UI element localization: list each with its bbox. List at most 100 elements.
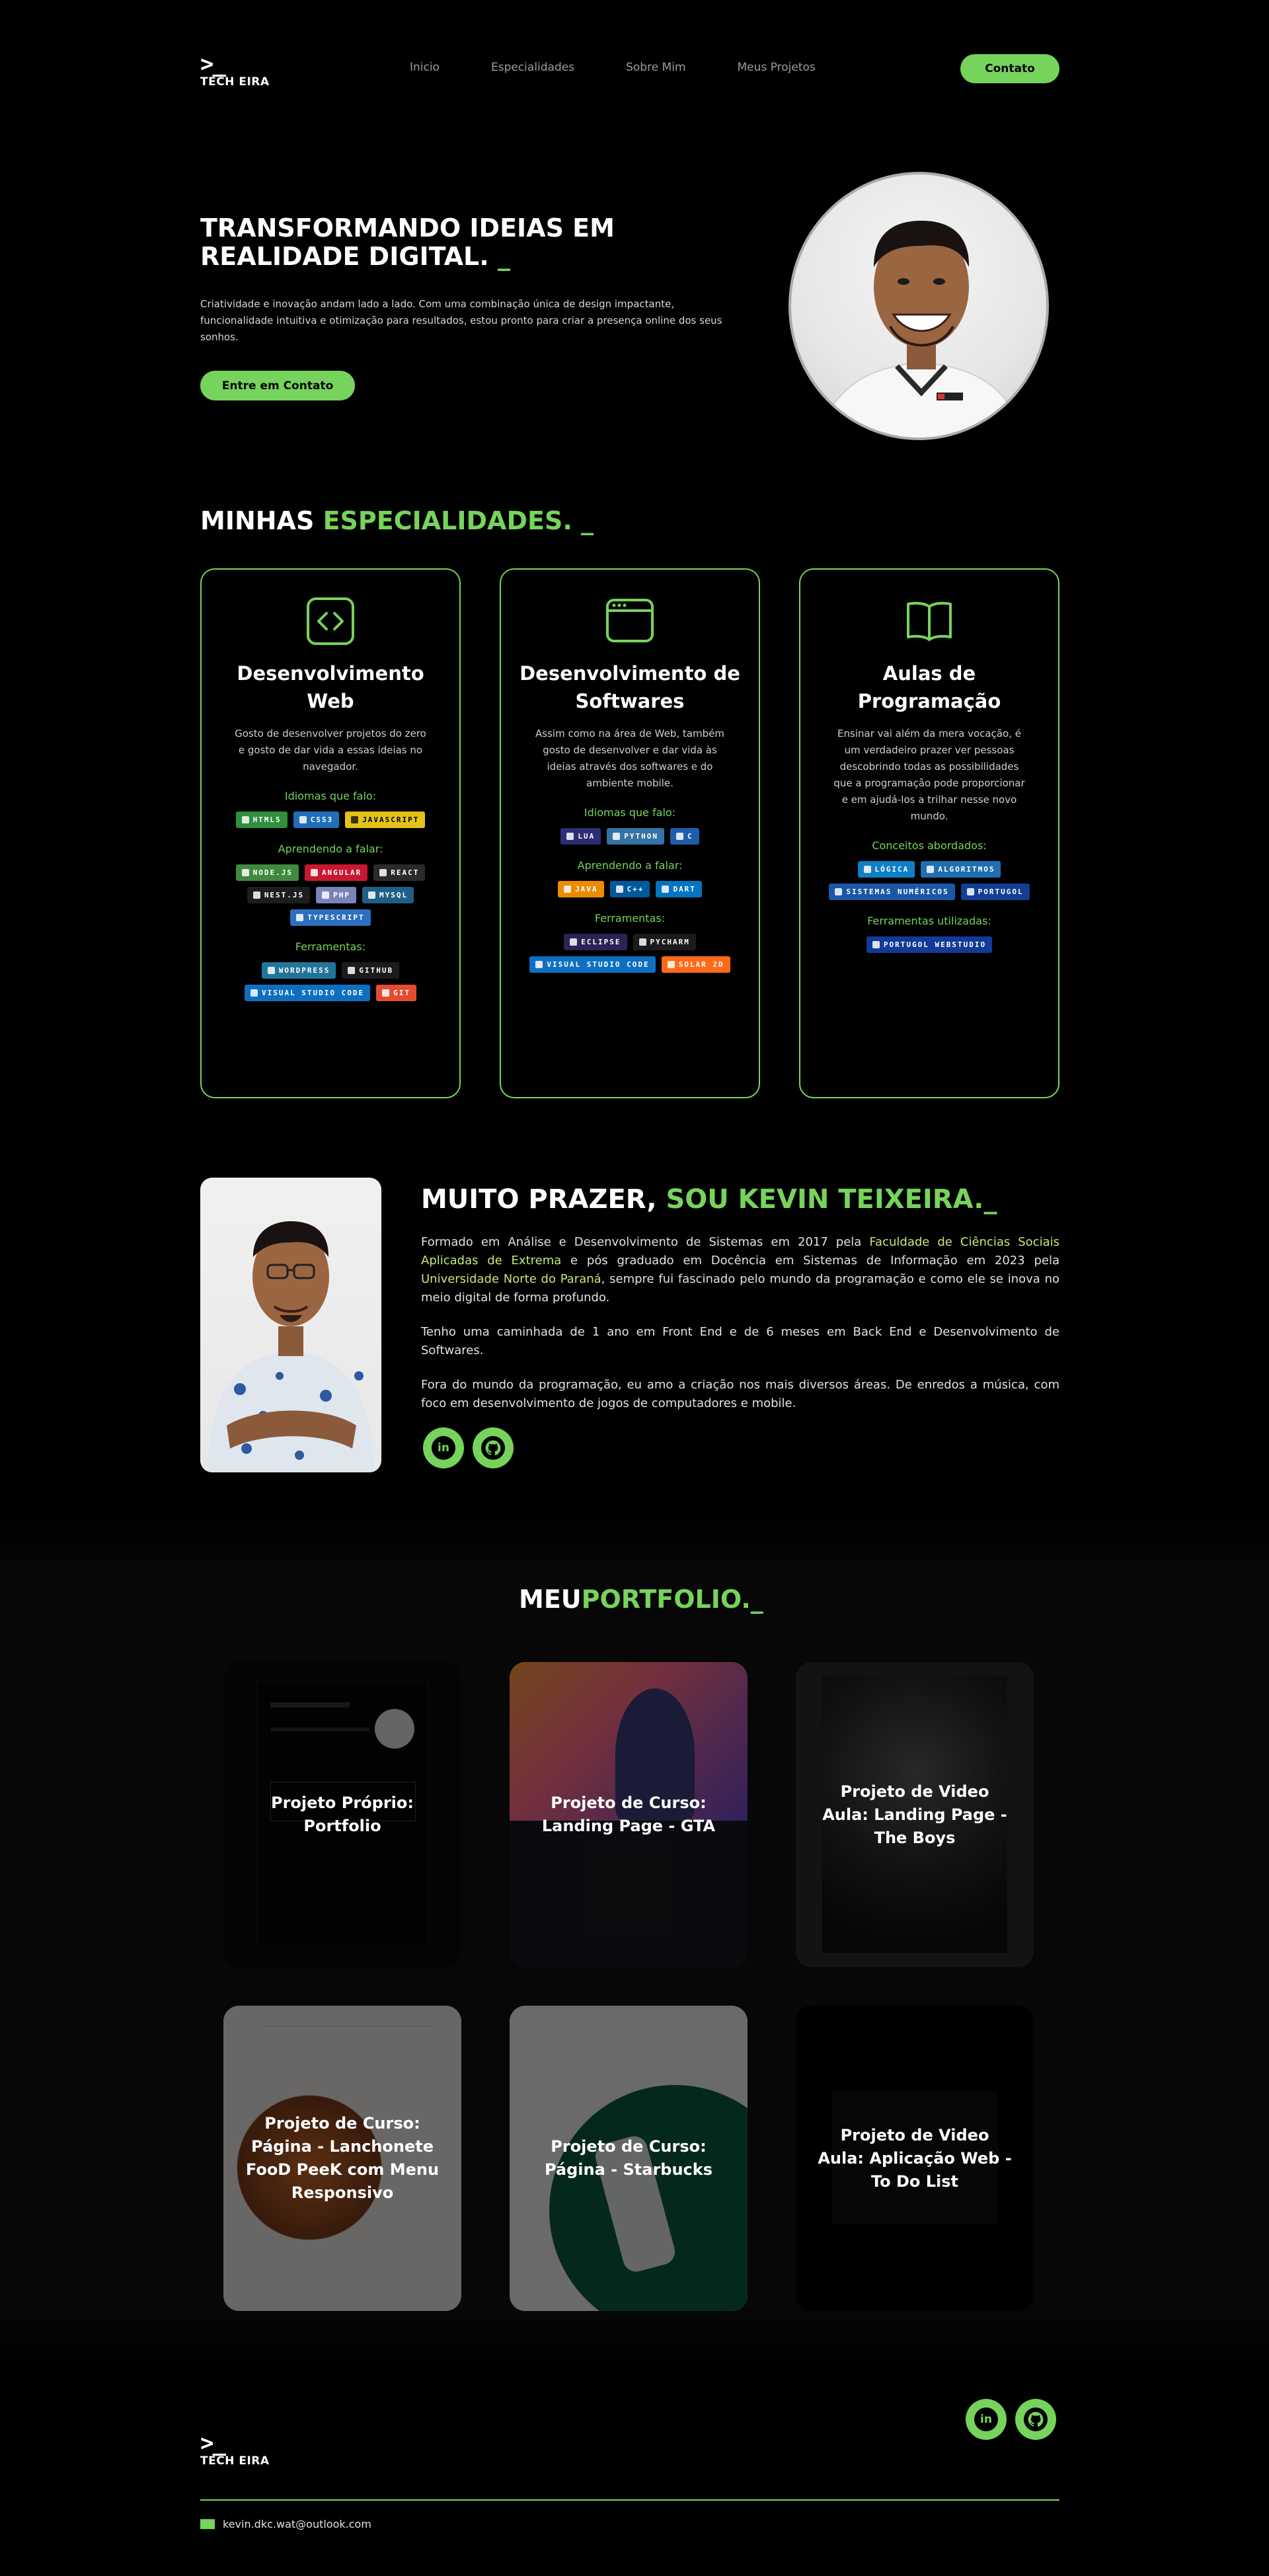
skill-badge-icon [267,967,275,974]
skill-badge-icon [322,891,330,899]
specialty-card: Desenvolvimento Web Gosto de desenvolver … [200,568,461,1098]
skill-badge-label: CSS3 [310,815,334,824]
nav-link-meus-projetos[interactable]: Meus Projetos [738,61,816,74]
skill-badge: PYCHARM [633,934,696,950]
project-card[interactable]: Projeto de Curso: Página - Lanchonete Fo… [223,2006,461,2311]
linkedin-button[interactable]: in [423,1427,464,1468]
project-card[interactable]: Projeto de Curso: Página - Starbucks [510,2006,748,2311]
skill-badge-label: GITHUB [359,966,394,975]
skill-badge-icon [368,891,376,899]
nav-links: Inicio Especialidades Sobre Mim Meus Pro… [410,61,867,74]
about-paragraph-3: Fora do mundo da programação, eu amo a c… [421,1378,1059,1410]
skill-badge-icon [638,938,646,946]
skill-badge: ECLIPSE [564,934,627,950]
skill-badge-icon [676,833,683,840]
footer-email-text: kevin.dkc.wat@outlook.com [223,2518,371,2530]
skill-badge: VISUAL STUDIO CODE [244,985,371,1001]
footer-logo-text: TECH EIRA [200,2454,270,2468]
project-card[interactable]: Projeto de Video Aula: Aplicação Web - T… [796,2006,1034,2311]
specialty-card-description: Ensinar vai além da mera vocação, é um v… [833,728,1025,822]
skill-badge: PORTUGOL [960,884,1030,900]
specialties-title-b: ESPECIALIDADES. _ [323,506,594,535]
skill-badge-icon [241,869,249,876]
skill-badges: ECLIPSE PYCHARM VISUAL STUDIO CODE SOLAR 2D [517,934,743,973]
specialty-card: Desenvolvimento de Softwares Assim como n… [500,568,760,1098]
skill-badge-icon [927,866,935,873]
skill-badge-label: DART [673,885,696,893]
skill-badge-label: HTML5 [252,815,282,824]
get-in-touch-button[interactable]: Entre em Contato [200,371,355,400]
logo[interactable]: >_ TECH EIRA [200,53,273,89]
specialty-card-title: Desenvolvimento Web [237,662,424,712]
skill-group-label: Aprendendo a falar: [577,859,683,872]
skill-badge: SISTEMAS NUMÉRICOS [829,884,955,900]
skill-group-label: Aprendendo a falar: [278,843,383,855]
skill-badge-label: JAVASCRIPT [362,815,420,824]
about-p1-a: Formado em Análise e Desenvolvimento de … [421,1235,870,1249]
project-overlay: Projeto de Video Aula: Landing Page - Th… [796,1662,1034,1967]
linkedin-icon: in [432,1436,455,1460]
skill-badge-icon [310,869,318,876]
skill-badge-label: LUA [578,832,596,841]
specialties-title-a: MINHAS [200,506,323,535]
skill-badge-label: REACT [391,868,420,877]
skill-badge: ANGULAR [304,864,368,881]
skill-badge-icon [863,866,871,873]
university-link[interactable]: Universidade Norte do Paraná [421,1272,601,1286]
skill-badge-icon [615,886,623,893]
project-overlay: Projeto de Curso: Página - Lanchonete Fo… [223,2006,461,2311]
project-title: Projeto Próprio: Portfolio [271,1794,414,1835]
github-button[interactable] [473,1427,514,1468]
skill-badge-label: GIT [393,989,411,997]
project-card[interactable]: Projeto de Curso: Landing Page - GTA [510,1662,748,1967]
skill-badge-icon [241,816,249,823]
skill-group-label: Ferramentas utilizadas: [867,915,991,927]
skill-badge-label: PYCHARM [650,938,690,946]
specialty-card-title: Aulas de Programação [857,662,1001,712]
skill-badge-label: PYTHON [624,832,658,841]
skill-group-label: Ferramentas: [295,940,366,953]
hero-title-cursor: _ [497,242,510,271]
project-card[interactable]: Projeto Próprio: Portfolio [223,1662,461,1967]
skill-badge-icon [667,961,675,968]
skill-badge-label: WORDPRESS [278,966,330,975]
about-title-a: MUITO PRAZER, [421,1184,666,1215]
skill-badge-label: PORTUGOL WEBSTUDIO [883,940,987,949]
footer-logo[interactable]: >_ TECH EIRA [200,2432,273,2468]
footer-github-button[interactable] [1015,2399,1056,2440]
skill-badge: LÓGICA [857,861,915,878]
nav-link-sobre-mim[interactable]: Sobre Mim [626,61,685,74]
skill-badge: JAVASCRIPT [345,812,426,828]
project-title: Projeto de Curso: Página - Starbucks [544,2137,713,2179]
skill-badge-icon [252,891,260,899]
skill-badge-icon [613,833,621,840]
project-card[interactable]: Projeto de Video Aula: Landing Page - Th… [796,1662,1034,1967]
profile-portrait-illustration [818,221,1024,437]
skill-badge-icon [535,961,543,968]
nav-link-inicio[interactable]: Inicio [410,61,440,74]
contact-button[interactable]: Contato [960,54,1059,83]
skill-badge-label: NODE.JS [252,868,293,877]
skill-badge-label: MYSQL [379,891,408,899]
footer-linkedin-icon: in [974,2407,998,2431]
code-window-icon [304,595,357,648]
skill-badges: PORTUGOL WEBSTUDIO [816,936,1042,953]
footer-email[interactable]: kevin.dkc.wat@outlook.com [200,2518,371,2530]
project-title: Projeto de Video Aula: Aplicação Web - T… [818,2125,1012,2191]
skill-badge: TYPESCRIPT [290,909,371,926]
skill-badge-label: ANGULAR [321,868,362,877]
portfolio-title: MEUPORTFOLIO._ [519,1585,763,1614]
nav-link-especialidades[interactable]: Especialidades [491,61,574,74]
skill-badge: C [670,828,699,845]
footer-linkedin-button[interactable]: in [966,2399,1007,2440]
skill-badge-label: LÓGICA [874,865,909,874]
skill-badge-icon [570,938,578,946]
skill-badges: HTML5 CSS3 JAVASCRIPT [217,812,443,828]
mail-icon [200,2519,215,2529]
skill-badge-label: SISTEMAS NUMÉRICOS [846,888,949,896]
project-title: Projeto de Curso: Página - Lanchonete Fo… [245,2114,440,2202]
skill-badge-icon [966,888,974,895]
skill-badge-icon [382,989,390,997]
skill-badge: JAVA [558,881,604,897]
skill-badge: PHP [316,887,357,903]
